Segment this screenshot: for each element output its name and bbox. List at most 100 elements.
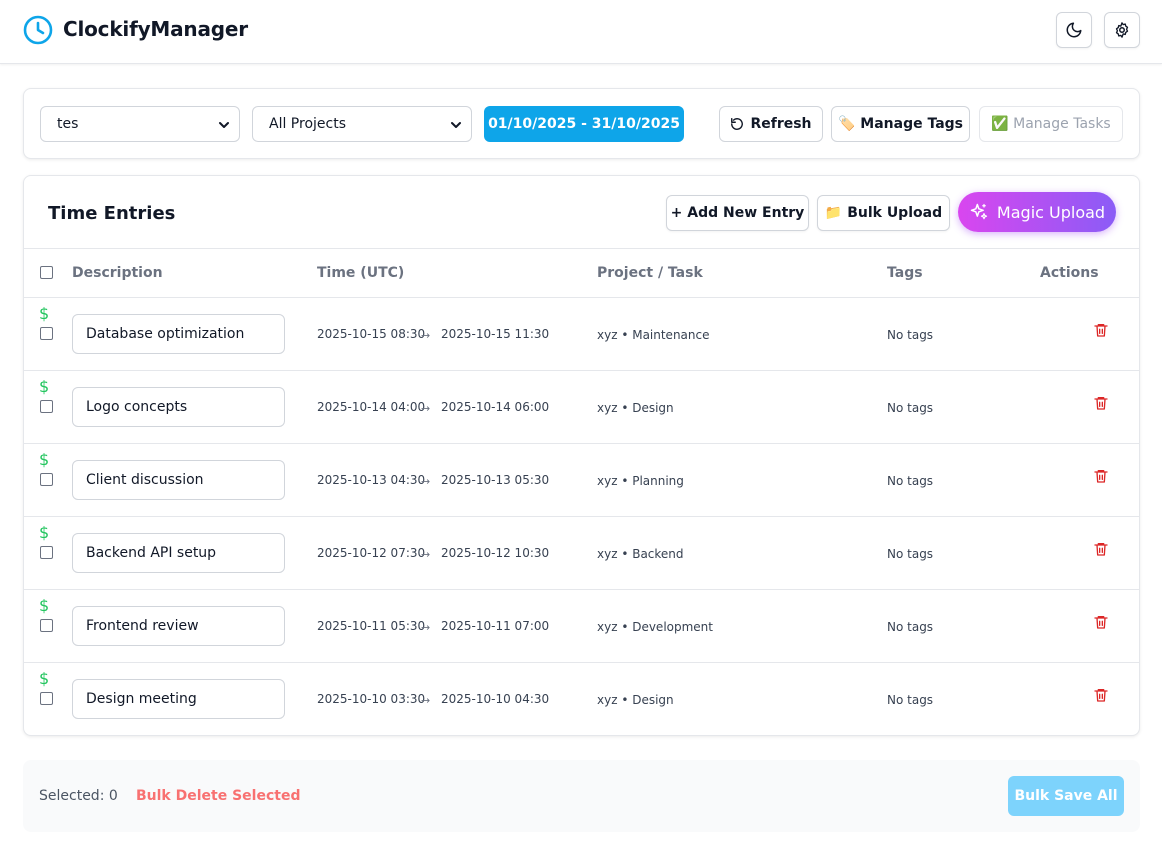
description-input[interactable]: Client discussion <box>72 460 285 500</box>
row-checkbox[interactable] <box>40 619 53 632</box>
filter-toolbar: tes All Projects 01/10/2025 - 31/10/2025… <box>23 88 1140 159</box>
time-arrow: → <box>421 329 431 342</box>
time-arrow: → <box>421 548 431 561</box>
column-header-actions: Actions <box>1040 265 1099 281</box>
tags-cell[interactable]: No tags <box>887 328 933 342</box>
bulk-delete-button[interactable]: Bulk Delete Selected <box>136 788 300 804</box>
tags-cell[interactable]: No tags <box>887 474 933 488</box>
column-header-tags: Tags <box>887 265 923 281</box>
trash-icon <box>1094 543 1108 556</box>
end-time[interactable]: 2025-10-12 10:30 <box>441 546 549 560</box>
table-row: $ Database optimization 2025-10-15 08:30 → 2… <box>24 298 1139 371</box>
chevron-down-icon <box>219 122 229 128</box>
billable-indicator[interactable]: $ <box>39 377 49 396</box>
delete-entry-button[interactable] <box>1093 468 1109 488</box>
start-time[interactable]: 2025-10-14 04:00 <box>317 400 425 414</box>
moon-icon <box>1066 22 1082 38</box>
start-time[interactable]: 2025-10-12 07:30 <box>317 546 425 560</box>
magic-upload-button[interactable]: Magic Upload <box>958 192 1116 232</box>
description-input[interactable]: Database optimization <box>72 314 285 354</box>
billable-indicator[interactable]: $ <box>39 596 49 615</box>
bulk-actions-bar: Selected: 0 Bulk Delete Selected Bulk Sa… <box>23 760 1140 832</box>
start-time[interactable]: 2025-10-10 03:30 <box>317 692 425 706</box>
description-input[interactable]: Backend API setup <box>72 533 285 573</box>
bulk-save-button[interactable]: Bulk Save All <box>1008 776 1124 816</box>
delete-entry-button[interactable] <box>1093 395 1109 415</box>
start-time[interactable]: 2025-10-11 05:30 <box>317 619 425 633</box>
trash-icon <box>1094 470 1108 483</box>
time-arrow: → <box>421 475 431 488</box>
start-time[interactable]: 2025-10-15 08:30 <box>317 327 425 341</box>
trash-icon <box>1094 616 1108 629</box>
table-row: $ Design meeting 2025-10-10 03:30 → 2025-10-… <box>24 663 1139 736</box>
manage-tags-button[interactable]: 🏷️ Manage Tags <box>831 106 970 142</box>
selected-count: Selected: 0 <box>39 788 118 804</box>
delete-entry-button[interactable] <box>1093 541 1109 561</box>
column-header-project: Project / Task <box>597 265 703 281</box>
row-checkbox[interactable] <box>40 546 53 559</box>
app-header: ClockifyManager <box>0 0 1162 64</box>
table-row: $ Logo concepts 2025-10-14 04:00 → 2025-10-1… <box>24 371 1139 444</box>
project-task[interactable]: xyz • Maintenance <box>597 328 710 342</box>
time-arrow: → <box>421 621 431 634</box>
time-arrow: → <box>421 694 431 707</box>
project-select-value: All Projects <box>269 116 346 132</box>
app-title: ClockifyManager <box>63 17 248 41</box>
theme-toggle-button[interactable] <box>1056 12 1092 48</box>
project-task[interactable]: xyz • Development <box>597 620 713 634</box>
row-checkbox[interactable] <box>40 327 53 340</box>
description-input[interactable]: Frontend review <box>72 606 285 646</box>
date-range-button[interactable]: 01/10/2025 - 31/10/2025 <box>484 106 684 142</box>
workspace-select-value: tes <box>57 116 79 132</box>
tags-cell[interactable]: No tags <box>887 620 933 634</box>
row-checkbox[interactable] <box>40 400 53 413</box>
description-input[interactable]: Logo concepts <box>72 387 285 427</box>
end-time[interactable]: 2025-10-13 05:30 <box>441 473 549 487</box>
delete-entry-button[interactable] <box>1093 322 1109 342</box>
refresh-button[interactable]: Refresh <box>719 106 823 142</box>
time-entries-card: Time Entries + Add New Entry 📁 Bulk Uplo… <box>23 175 1140 736</box>
magic-upload-label: Magic Upload <box>996 202 1106 222</box>
end-time[interactable]: 2025-10-11 07:00 <box>441 619 549 633</box>
chevron-down-icon <box>451 122 461 128</box>
project-task[interactable]: xyz • Planning <box>597 474 684 488</box>
refresh-icon <box>731 118 744 130</box>
end-time[interactable]: 2025-10-10 04:30 <box>441 692 549 706</box>
bulk-upload-button[interactable]: 📁 Bulk Upload <box>817 195 950 231</box>
row-checkbox[interactable] <box>40 692 53 705</box>
workspace-select[interactable]: tes <box>40 106 240 142</box>
description-input[interactable]: Design meeting <box>72 679 285 719</box>
settings-button[interactable] <box>1104 12 1140 48</box>
project-task[interactable]: xyz • Design <box>597 401 674 415</box>
clock-icon <box>23 15 53 45</box>
billable-indicator[interactable]: $ <box>39 669 49 688</box>
project-task[interactable]: xyz • Backend <box>597 547 684 561</box>
tags-cell[interactable]: No tags <box>887 547 933 561</box>
delete-entry-button[interactable] <box>1093 687 1109 707</box>
column-header-description: Description <box>72 265 163 281</box>
tags-cell[interactable]: No tags <box>887 693 933 707</box>
billable-indicator[interactable]: $ <box>39 304 49 323</box>
end-time[interactable]: 2025-10-15 11:30 <box>441 327 549 341</box>
tags-cell[interactable]: No tags <box>887 401 933 415</box>
billable-indicator[interactable]: $ <box>39 450 49 469</box>
table-header: Description Time (UTC) Project / Task Ta… <box>24 248 1139 298</box>
project-task[interactable]: xyz • Design <box>597 693 674 707</box>
row-checkbox[interactable] <box>40 473 53 486</box>
time-arrow: → <box>421 402 431 415</box>
delete-entry-button[interactable] <box>1093 614 1109 634</box>
select-all-checkbox[interactable] <box>40 266 53 279</box>
project-select[interactable]: All Projects <box>252 106 472 142</box>
manage-tasks-button[interactable]: ✅ Manage Tasks <box>979 106 1123 142</box>
sparkles-icon <box>970 203 988 220</box>
start-time[interactable]: 2025-10-13 04:30 <box>317 473 425 487</box>
gear-icon <box>1115 22 1129 38</box>
table-row: $ Backend API setup 2025-10-12 07:30 → 2025-… <box>24 517 1139 590</box>
trash-icon <box>1094 397 1108 410</box>
trash-icon <box>1094 324 1108 337</box>
add-entry-button[interactable]: + Add New Entry <box>666 195 809 231</box>
section-title: Time Entries <box>48 203 176 224</box>
end-time[interactable]: 2025-10-14 06:00 <box>441 400 549 414</box>
column-header-time: Time (UTC) <box>317 265 405 281</box>
billable-indicator[interactable]: $ <box>39 523 49 542</box>
